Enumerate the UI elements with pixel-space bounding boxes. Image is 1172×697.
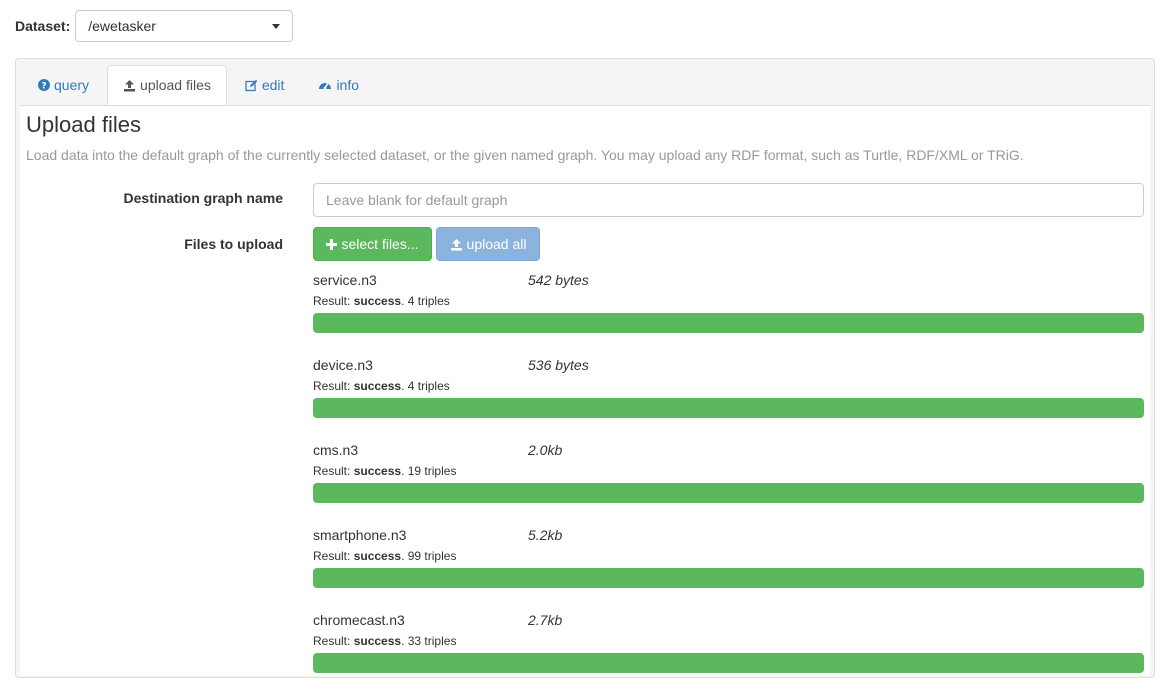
result-prefix: Result: (313, 549, 351, 563)
file-name: cms.n3 (313, 442, 359, 458)
file-size: 2.0kb (528, 442, 563, 458)
file-name: device.n3 (313, 357, 373, 373)
file-size: 542 bytes (528, 272, 589, 288)
file-result: Result: success. 4 triples (313, 379, 450, 393)
upload-all-label: upload all (466, 236, 527, 252)
file-size: 2.7kb (528, 612, 563, 628)
upload-icon (123, 79, 136, 92)
tab-upload-files-label: upload files (140, 77, 211, 93)
file-size: 536 bytes (528, 357, 589, 373)
file-item: device.n3 536 bytes Result: success. 4 t… (313, 357, 1144, 442)
dataset-label: Dataset: (15, 18, 71, 34)
file-name: chromecast.n3 (313, 612, 405, 628)
upload-all-button[interactable]: upload all (436, 227, 540, 261)
result-status: success (353, 294, 402, 308)
progress-bar (313, 313, 1144, 333)
file-item: smartphone.n3 5.2kb Result: success. 99 … (313, 527, 1144, 612)
progress-fill (313, 568, 1144, 588)
dataset-select-value: /ewetasker (88, 18, 156, 34)
result-triples: . 19 triples (401, 464, 457, 478)
upload-panel: Upload files Load data into the default … (20, 105, 1150, 676)
select-files-label: select files... (341, 236, 419, 252)
progress-fill (313, 398, 1144, 418)
file-name: smartphone.n3 (313, 527, 407, 543)
result-prefix: Result: (313, 294, 351, 308)
file-name: service.n3 (313, 272, 377, 288)
file-item: cms.n3 2.0kb Result: success. 19 triples (313, 442, 1144, 527)
result-status: success (353, 634, 402, 648)
tab-query-label: query (54, 77, 90, 93)
question-circle-icon: ? (38, 79, 50, 91)
result-status: success (353, 379, 402, 393)
files-to-upload-label: Files to upload (184, 236, 283, 252)
destination-graph-input[interactable] (313, 183, 1144, 217)
upload-description: Load data into the default graph of the … (26, 147, 1024, 163)
tab-query[interactable]: ? query (22, 65, 105, 105)
progress-bar (313, 568, 1144, 588)
progress-fill (313, 483, 1144, 503)
file-result: Result: success. 99 triples (313, 549, 456, 563)
upload-icon (450, 238, 463, 251)
progress-fill (313, 313, 1144, 333)
tab-upload-files[interactable]: upload files (107, 65, 227, 105)
result-status: success (353, 549, 402, 563)
tab-info[interactable]: info (302, 65, 375, 105)
chevron-down-icon (272, 23, 281, 29)
dataset-select[interactable]: /ewetasker (75, 10, 294, 42)
result-prefix: Result: (313, 634, 351, 648)
plus-icon (326, 238, 338, 250)
svg-text:?: ? (41, 82, 46, 92)
progress-bar (313, 398, 1144, 418)
file-result: Result: success. 19 triples (313, 464, 456, 478)
dashboard-icon (318, 79, 332, 91)
progress-fill (313, 653, 1144, 673)
tab-edit-label: edit (261, 77, 285, 93)
tab-bar: ? query upload files edit info (22, 65, 377, 105)
result-triples: . 33 triples (401, 634, 457, 648)
result-triples: . 99 triples (401, 549, 457, 563)
destination-graph-label: Destination graph name (123, 190, 283, 206)
result-triples: . 4 triples (401, 294, 450, 308)
result-triples: . 4 triples (401, 379, 450, 393)
edit-icon (245, 79, 258, 92)
file-result: Result: success. 33 triples (313, 634, 456, 648)
page-title: Upload files (26, 112, 141, 137)
file-item: chromecast.n3 2.7kb Result: success. 33 … (313, 612, 1144, 697)
progress-bar (313, 653, 1144, 673)
select-files-button[interactable]: select files... (313, 227, 432, 261)
result-prefix: Result: (313, 379, 351, 393)
file-size: 5.2kb (528, 527, 563, 543)
result-prefix: Result: (313, 464, 351, 478)
main-panel: ? query upload files edit info Upload fi… (15, 58, 1155, 678)
tab-edit[interactable]: edit (229, 65, 301, 105)
result-status: success (353, 464, 402, 478)
file-item: service.n3 542 bytes Result: success. 4 … (313, 272, 1144, 357)
progress-bar (313, 483, 1144, 503)
dataset-row: Dataset: /ewetasker (15, 9, 294, 43)
tab-info-label: info (336, 77, 360, 93)
file-result: Result: success. 4 triples (313, 294, 450, 308)
